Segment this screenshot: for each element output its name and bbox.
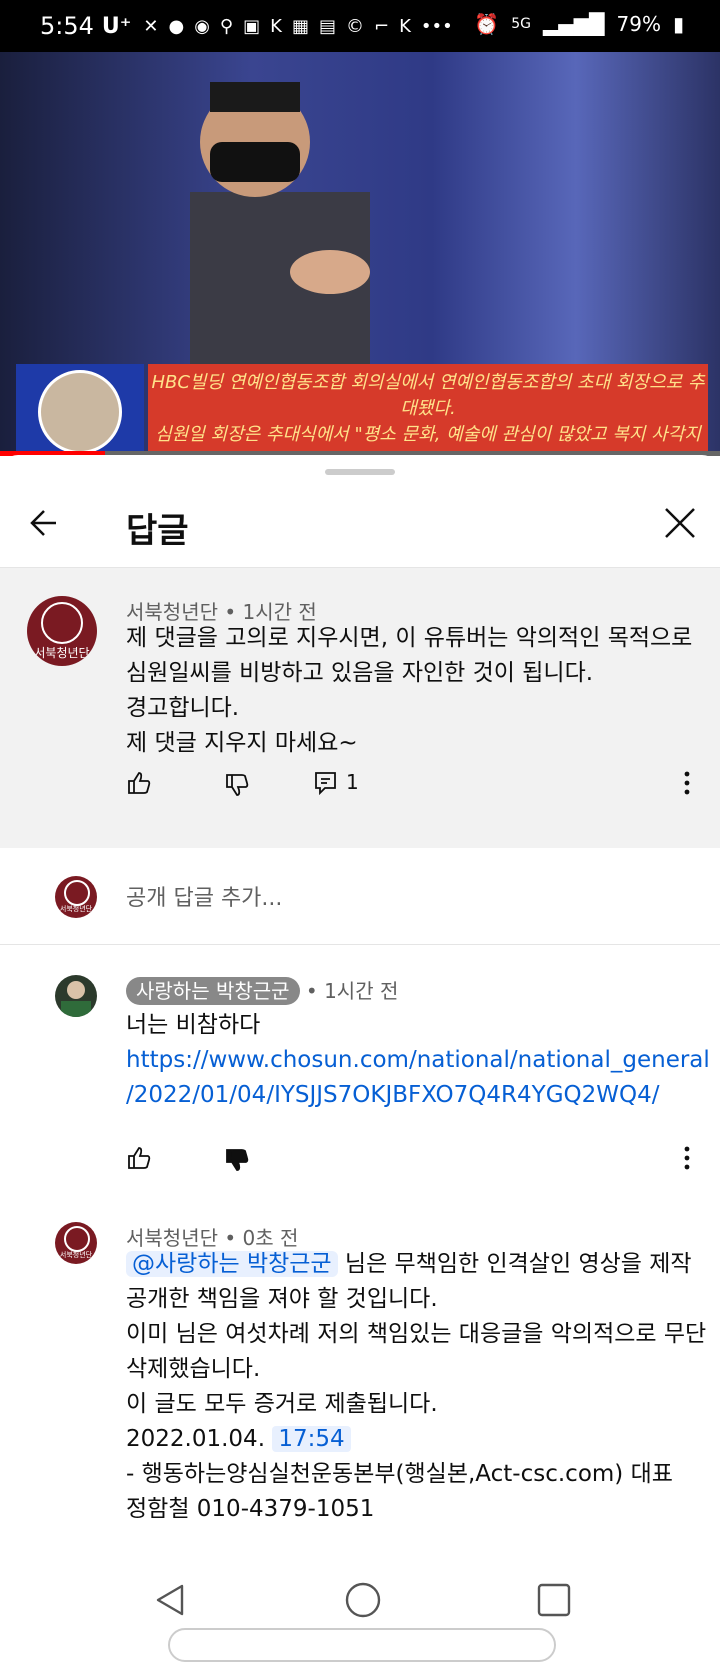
app-icon: ▣ — [243, 15, 261, 37]
comment-line: 제 댓글을 고의로 지우시면, 이 유튜버는 악의적인 목적으로 — [126, 625, 693, 651]
comment-body: @사랑하는 박창근군 님은 무책임한 인격살인 영상을 제작 공개한 책임을 져… — [126, 1247, 706, 1527]
more-dots-icon: ••• — [420, 15, 453, 37]
comment-meta: 사랑하는 박창근군 • 1시간 전 — [126, 975, 399, 1005]
mention-link[interactable]: @사랑하는 박창근군 — [126, 1251, 338, 1277]
digi-icon: ▦ — [291, 15, 309, 37]
sheet-header: 답글 — [0, 485, 720, 568]
avatar-label: 서북청년단 — [34, 646, 90, 660]
status-bar: 5:54 U⁺ ✕ ● ◉ ⚲ ▣ K ▦ ▤ © ⌐ K ••• ⏰ 5G ▂… — [0, 0, 720, 52]
mute-icon: ✕ — [143, 15, 159, 37]
avatar[interactable]: 서북청년단 — [55, 1222, 97, 1264]
back-arrow-icon[interactable] — [26, 503, 66, 543]
caption-line: 심원일 회장은 추대식에서 "평소 문화, 예술에 관심이 많았고 복지 사각지 — [155, 424, 701, 445]
avatar[interactable] — [55, 975, 97, 1017]
more-options-icon[interactable] — [680, 1145, 694, 1171]
battery-icon: ▮ — [672, 12, 684, 36]
dislike-filled-icon[interactable] — [224, 1147, 250, 1173]
system-nav-bar — [0, 1565, 720, 1662]
caption-line: HBC빌딩 연예인협동조합 회의실에서 연예인협동조합의 초대 회장으로 추 — [151, 372, 705, 393]
battery-label: 79% — [616, 12, 661, 36]
comment-line: 이미 님은 여섯차례 저의 책임있는 대응글을 악의적으로 무단 — [126, 1321, 707, 1347]
add-reply-row[interactable]: 서북청년단 공개 답글 추가... — [0, 848, 720, 945]
mic-icon: ● — [168, 15, 185, 37]
drag-handle[interactable] — [325, 469, 395, 475]
thumbnail-face — [38, 370, 122, 454]
comment-line: 공개한 책임을 져야 할 것입니다. — [126, 1286, 438, 1312]
pay-icon: ▤ — [318, 15, 336, 37]
reply-count[interactable]: 1 — [346, 770, 359, 794]
comment-body: 제 댓글을 고의로 지우시면, 이 유튜버는 악의적인 목적으로 심원일씨를 비… — [126, 621, 692, 761]
status-time: 5:54 — [40, 12, 94, 40]
comment-link[interactable]: /2022/01/04/IYSJJS7OKJBFXO7Q4R4YGQ2WQ4/ — [126, 1078, 710, 1113]
reply-icon[interactable] — [313, 770, 339, 796]
comment-date: 2022.01.04. — [126, 1426, 265, 1452]
like-icon[interactable] — [126, 770, 152, 796]
comment-line: 정함철 010-4379-1051 — [126, 1496, 375, 1522]
avatar-label: 서북청년단 — [59, 1251, 93, 1259]
notification-icons: ✕ ● ◉ ⚲ ▣ K ▦ ▤ © ⌐ K ••• — [143, 16, 452, 37]
nav-home-icon[interactable] — [344, 1581, 382, 1619]
comment-line: 제 댓글 지우지 마세요~ — [126, 730, 358, 756]
status-right: ⏰ 5G ▂▄▆█ 79% ▮ — [474, 12, 684, 36]
comment-link[interactable]: https://www.chosun.com/national/national… — [126, 1043, 710, 1078]
comment-time: • 1시간 전 — [305, 979, 399, 1003]
timestamp-link[interactable]: 17:54 — [272, 1426, 351, 1452]
video-player[interactable]: HBC빌딩 연예인협동조합 회의실에서 연예인협동조합의 초대 회장으로 추 대… — [0, 52, 720, 455]
caption-line: 대됐다. — [400, 398, 456, 419]
comment-line: @사랑하는 박창근군 님은 무책임한 인격살인 영상을 제작 — [126, 1247, 706, 1282]
link-icon: ⚲ — [219, 15, 234, 37]
c-icon: © — [345, 15, 364, 37]
carrier-label: U⁺ — [101, 13, 132, 39]
gesture-pill — [168, 1628, 556, 1662]
talk-icon: ◉ — [194, 15, 210, 37]
avatar[interactable]: 서북청년단 — [27, 596, 97, 666]
sheet-title: 답글 — [126, 511, 189, 551]
comment-line: 심원일씨를 비방하고 있음을 자인한 것이 됩니다. — [126, 660, 594, 686]
avatar-label: 서북청년단 — [59, 905, 93, 913]
nav-back-icon[interactable] — [152, 1582, 188, 1618]
nav-recents-icon[interactable] — [536, 1582, 572, 1618]
network-label: 5G — [511, 16, 531, 32]
more-options-icon[interactable] — [680, 770, 694, 796]
signal-icon: ▂▄▆█ — [543, 12, 605, 36]
replies-sheet: 답글 서북청년단 서북청년단 • 1시간 전 제 댓글을 고의로 지우시면, 이… — [0, 455, 720, 1640]
comment-text: 님은 무책임한 인격살인 영상을 제작 — [337, 1251, 692, 1277]
comment-line: 2022.01.04. 17:54 — [126, 1422, 706, 1457]
k2-icon: K — [399, 15, 411, 37]
parent-comment: 서북청년단 서북청년단 • 1시간 전 제 댓글을 고의로 지우시면, 이 유튜… — [0, 568, 720, 848]
comment-author-chip[interactable]: 사랑하는 박창근군 — [126, 977, 300, 1005]
k-icon: K — [270, 15, 282, 37]
comment-line: 너는 비참하다 — [126, 1012, 261, 1038]
add-reply-input[interactable]: 공개 답글 추가... — [126, 880, 282, 912]
alarm-icon: ⏰ — [474, 12, 500, 36]
dislike-icon[interactable] — [224, 772, 250, 798]
close-icon[interactable] — [660, 503, 700, 543]
comment-line: 이 글도 모두 증거로 제출됩니다. — [126, 1391, 438, 1417]
like-icon[interactable] — [126, 1145, 152, 1171]
channel-thumbnail — [16, 364, 144, 454]
comment-line: 삭제했습니다. — [126, 1356, 261, 1382]
video-caption: HBC빌딩 연예인협동조합 회의실에서 연예인협동조합의 초대 회장으로 추 대… — [148, 364, 708, 455]
dash-icon: ⌐ — [373, 15, 390, 37]
comment-body: 너는 비참하다 https://www.chosun.com/national/… — [126, 1008, 710, 1113]
avatar: 서북청년단 — [55, 876, 97, 918]
comment-line: - 행동하는양심실천운동본부(행실본,Act-csc.com) 대표 — [126, 1461, 673, 1487]
comment-line: 경고합니다. — [126, 695, 240, 721]
